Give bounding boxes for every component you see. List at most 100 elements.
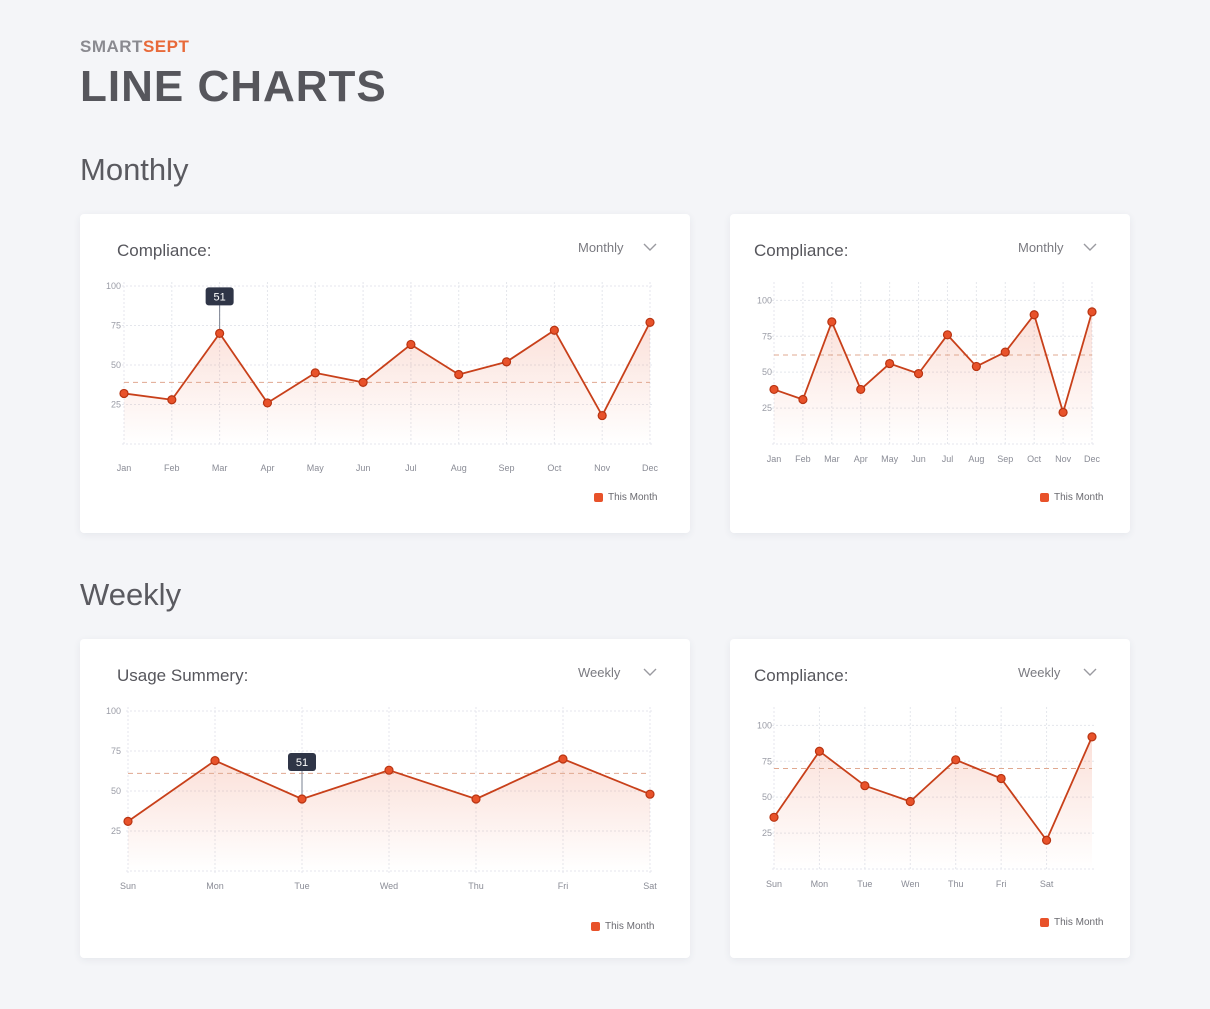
x-tick-label: Dec xyxy=(642,463,659,473)
brand-sept: SEPT xyxy=(142,37,190,56)
y-tick-label: 50 xyxy=(111,360,121,370)
x-tick-label: Sat xyxy=(1040,879,1054,889)
data-point xyxy=(384,765,394,775)
line-chart: 100 75 50 25 Sun Mon Tue Wed Thu Fri Sat 51 xyxy=(106,706,657,891)
data-point xyxy=(1029,310,1039,320)
data-point xyxy=(454,369,464,380)
x-tick-label: Mon xyxy=(811,879,829,889)
legend-swatch xyxy=(1040,493,1049,502)
data-point xyxy=(297,794,307,804)
data-point xyxy=(1000,347,1010,357)
x-tick-label: Jan xyxy=(117,463,132,473)
data-point xyxy=(1041,835,1052,845)
data-point xyxy=(1087,732,1097,742)
y-tick-label: 75 xyxy=(111,321,121,331)
x-tick-label: Tue xyxy=(857,879,872,889)
y-tick-label: 75 xyxy=(762,756,772,766)
y-tick-label: 50 xyxy=(762,792,772,802)
x-tick-label: Apr xyxy=(854,454,868,464)
x-tick-label: Thu xyxy=(468,881,484,891)
data-point xyxy=(769,384,779,395)
data-point xyxy=(119,388,129,399)
legend: This Month xyxy=(1040,917,1103,928)
legend: This Month xyxy=(591,921,654,932)
chart-card-monthly-large: Compliance: Monthly 100 75 50 25 Jan Feb Mar Ap… xyxy=(80,214,690,533)
x-tick-label: Sep xyxy=(997,454,1013,464)
series-area xyxy=(774,736,1092,869)
x-tick-label: Sun xyxy=(120,881,136,891)
section-title-monthly: Monthly xyxy=(80,152,189,187)
x-tick-label: Oct xyxy=(547,463,562,473)
data-point xyxy=(549,325,559,335)
x-tick-label: Nov xyxy=(594,463,611,473)
data-point xyxy=(358,377,368,387)
tooltip-value: 51 xyxy=(214,291,226,303)
legend-label: This Month xyxy=(608,492,658,503)
chart-card-weekly-large: Usage Summery: Weekly 100 75 50 25 Sun Mon Tue… xyxy=(80,639,690,958)
data-point xyxy=(262,398,273,408)
data-point xyxy=(885,358,895,369)
data-point xyxy=(645,789,655,799)
data-point xyxy=(860,781,870,791)
brand-logo: SMARTSEPT xyxy=(80,37,189,57)
line-chart: 100 75 50 25 Jan Feb Mar Apr May Jun Jul Aug Sep Oct N… xyxy=(757,282,1101,464)
x-tick-label: Aug xyxy=(451,463,467,473)
data-point xyxy=(123,816,133,826)
series-area xyxy=(128,759,650,871)
data-point xyxy=(645,317,655,327)
x-tick-label: Thu xyxy=(948,879,964,889)
x-tick-label: Mar xyxy=(212,463,228,473)
x-tick-label: Dec xyxy=(1084,454,1101,464)
chart-card-monthly-small: Compliance: Monthly 100 75 50 25 Jan Feb Mar Ap… xyxy=(730,214,1130,533)
x-tick-label: Tue xyxy=(294,881,309,891)
x-tick-label: Aug xyxy=(968,454,984,464)
section-title-weekly: Weekly xyxy=(80,577,182,612)
x-tick-label: Wed xyxy=(380,881,398,891)
x-tick-label: Jul xyxy=(942,454,954,464)
y-tick-label: 100 xyxy=(757,720,772,730)
x-tick-label: Sun xyxy=(766,879,782,889)
line-chart: 100 75 50 25 Sun Mon Tue Wen Thu Fri Sat xyxy=(757,707,1097,889)
x-tick-label: Feb xyxy=(795,454,811,464)
data-point xyxy=(827,317,837,327)
y-tick-label: 25 xyxy=(111,400,121,410)
data-point xyxy=(210,755,220,766)
series-area xyxy=(124,322,650,444)
legend-label: This Month xyxy=(1054,492,1104,503)
x-tick-label: Wen xyxy=(901,879,919,889)
x-tick-label: Jun xyxy=(911,454,926,464)
data-point xyxy=(905,796,915,807)
x-tick-label: Oct xyxy=(1027,454,1042,464)
y-tick-label: 25 xyxy=(111,826,121,836)
y-tick-label: 25 xyxy=(762,828,772,838)
data-point xyxy=(769,812,779,822)
y-tick-label: 75 xyxy=(111,746,121,756)
data-point xyxy=(597,410,607,421)
legend: This Month xyxy=(1040,492,1103,503)
series-area xyxy=(774,311,1092,444)
data-point xyxy=(942,330,953,340)
legend-label: This Month xyxy=(1054,917,1104,928)
legend-swatch xyxy=(591,922,600,931)
y-tick-label: 100 xyxy=(106,706,121,716)
tooltip-value: 51 xyxy=(296,757,308,769)
y-tick-label: 50 xyxy=(111,786,121,796)
data-point xyxy=(558,754,568,764)
data-point xyxy=(310,368,320,378)
x-tick-label: Apr xyxy=(260,463,274,473)
x-tick-label: Mon xyxy=(206,881,224,891)
data-point xyxy=(215,328,225,339)
line-chart: 100 75 50 25 Jan Feb Mar Apr May Jun Jul Aug Sep Oct N… xyxy=(106,281,659,473)
data-point xyxy=(996,773,1006,784)
data-point xyxy=(1058,407,1068,417)
x-tick-label: Jun xyxy=(356,463,371,473)
page-title: LINE CHARTS xyxy=(80,62,387,111)
data-point xyxy=(406,339,416,350)
data-point xyxy=(913,369,924,379)
x-tick-label: Feb xyxy=(164,463,180,473)
legend-label: This Month xyxy=(605,921,655,932)
x-tick-label: Fri xyxy=(558,881,569,891)
y-tick-label: 25 xyxy=(762,403,772,413)
y-tick-label: 50 xyxy=(762,367,772,377)
y-tick-label: 100 xyxy=(757,295,772,305)
